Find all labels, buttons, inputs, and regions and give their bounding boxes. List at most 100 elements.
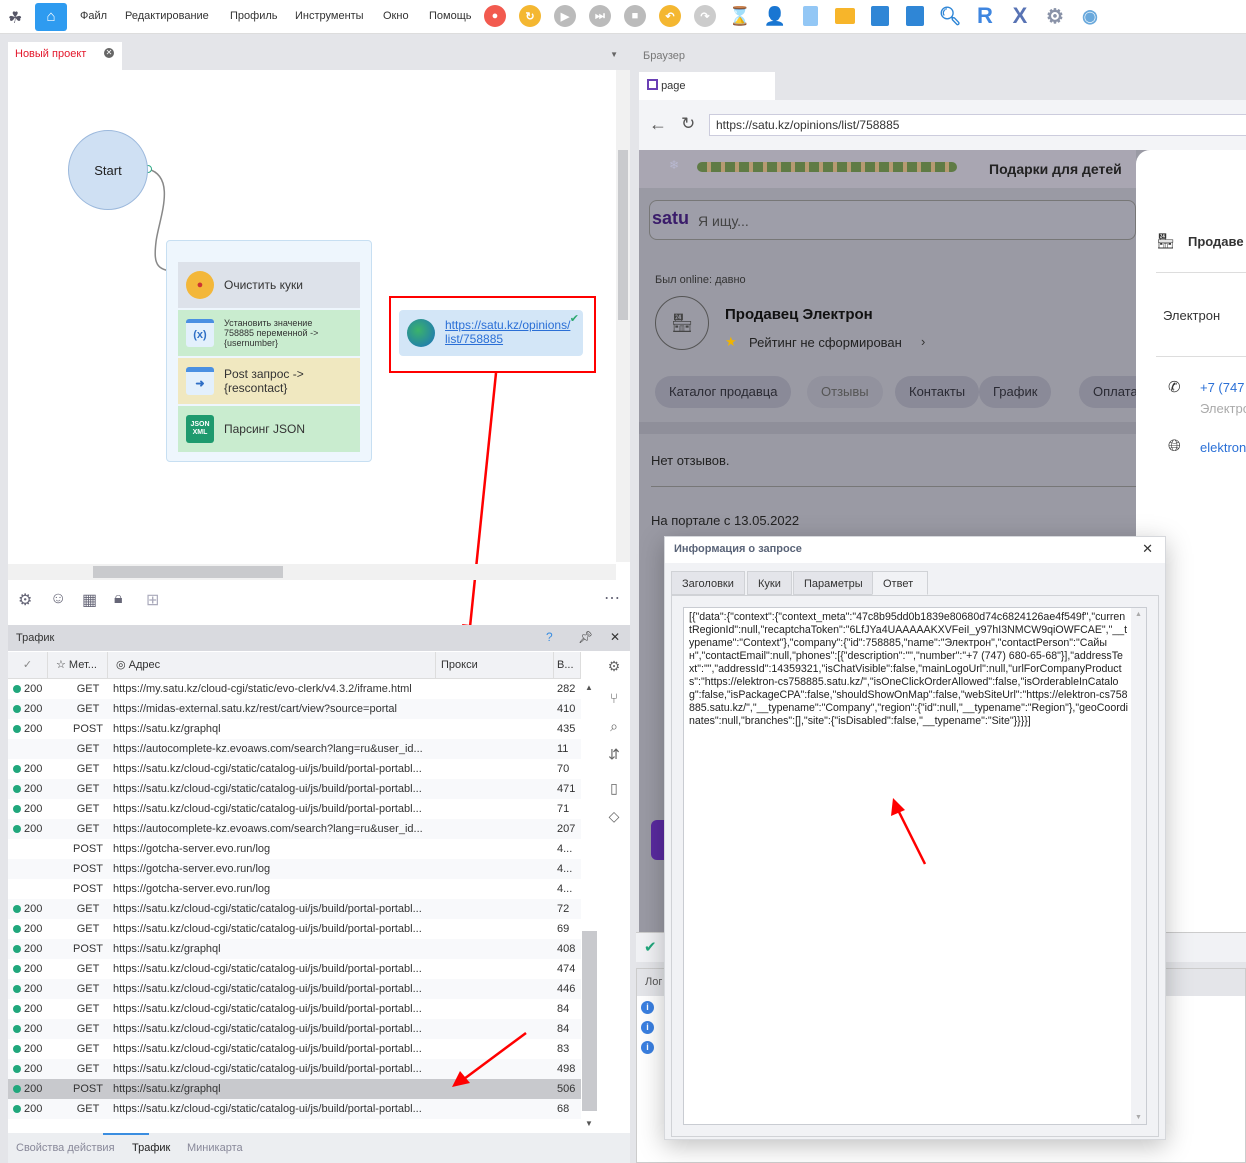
menu-edit[interactable]: Редактирование xyxy=(125,10,209,22)
settings-icon[interactable]: ⚙ xyxy=(1044,5,1066,28)
table-row[interactable]: 200 GET https://satu.kz/cloud-cgi/static/c… xyxy=(8,979,581,999)
navigate-url-link[interactable]: https://satu.kz/opinions/list/758885 xyxy=(445,318,573,346)
undo-icon[interactable]: ↶ xyxy=(659,5,681,27)
pill-contacts[interactable]: Контакты xyxy=(895,376,980,408)
eye-icon[interactable]: ◉ xyxy=(1079,5,1101,27)
new-file-icon[interactable] xyxy=(799,5,821,27)
pill-schedule[interactable]: График xyxy=(979,376,1052,408)
menu-file[interactable]: Файл xyxy=(80,10,107,22)
save-as-icon[interactable] xyxy=(904,5,926,27)
table-row[interactable]: 200 GET https://midas-external.satu.kz/res… xyxy=(8,699,581,719)
status-column-check-icon[interactable]: ✓ xyxy=(8,652,48,679)
tab-action-properties[interactable]: Свойства действия xyxy=(16,1142,115,1154)
table-row[interactable]: 200 GET https://satu.kz/cloud-cgi/static/c… xyxy=(8,779,581,799)
table-row[interactable]: 200 GET https://satu.kz/cloud-cgi/static/c… xyxy=(8,799,581,819)
browser-title: Браузер xyxy=(643,50,685,62)
node-clear-cookies[interactable]: ● Очистить куки xyxy=(178,262,360,308)
table-row[interactable]: 200 GET https://my.satu.kz/cloud-cgi/stati… xyxy=(8,679,581,699)
table-row[interactable]: GET https://autocomplete-kz.evoaws.com/se… xyxy=(8,739,581,759)
pill-reviews[interactable]: Отзывы xyxy=(807,376,883,408)
pill-catalog[interactable]: Каталог продавца xyxy=(655,376,792,408)
close-icon[interactable]: ✕ xyxy=(1142,541,1153,557)
play-icon[interactable]: ▶ xyxy=(554,5,576,27)
grid-icon[interactable]: ▦ xyxy=(82,590,97,610)
node-post-request[interactable]: ➜ Post запрос -> {rescontact} xyxy=(178,358,360,404)
step-icon[interactable]: ⏭ xyxy=(589,5,611,27)
node-navigate[interactable]: https://satu.kz/opinions/list/758885 ✔ xyxy=(399,310,583,356)
table-row[interactable]: 200 GET https://autocomplete-kz.evoaws.com… xyxy=(8,819,581,839)
table-row[interactable]: POST https://gotcha-server.evo.run/log 4..… xyxy=(8,859,581,879)
node-set-variable[interactable]: (x) Установить значение 758885 переменно… xyxy=(178,310,360,356)
table-row[interactable]: 200 GET https://satu.kz/cloud-cgi/static/c… xyxy=(8,759,581,779)
open-folder-icon[interactable] xyxy=(834,5,856,27)
redo-icon[interactable]: ↷ xyxy=(694,5,716,27)
phone-link[interactable]: +7 (747 xyxy=(1200,380,1244,395)
menu-profile[interactable]: Профиль xyxy=(230,10,278,22)
table-row[interactable]: 200 POST https://satu.kz/graphql 408 xyxy=(8,939,581,959)
column-address[interactable]: ◎ Адрес xyxy=(108,652,436,679)
menu-window[interactable]: Окно xyxy=(383,10,409,22)
active-tab-indicator xyxy=(103,1133,149,1135)
menu-help[interactable]: Помощь xyxy=(429,10,472,22)
pin-icon[interactable]: 📌︎ xyxy=(578,630,593,644)
branch-icon[interactable]: ⑂ xyxy=(606,690,622,706)
hourglass-icon[interactable]: ⌛ xyxy=(729,5,751,27)
canvas-vscrollbar[interactable] xyxy=(616,70,630,562)
user-icon[interactable]: 👤 xyxy=(764,5,786,27)
more-icon[interactable]: ⋯ xyxy=(604,588,620,608)
url-input[interactable]: https://satu.kz/opinions/list/758885 xyxy=(709,114,1246,136)
site-link[interactable]: elektron xyxy=(1200,440,1246,455)
eraser-icon[interactable]: ◇ xyxy=(606,808,622,824)
r-icon[interactable]: R xyxy=(974,3,996,28)
settings-icon[interactable]: ⚙ xyxy=(18,590,32,610)
add-frame-icon[interactable]: ⊞ xyxy=(146,590,159,610)
record-icon[interactable]: ● xyxy=(484,5,506,27)
column-method[interactable]: ☆ Мет... xyxy=(48,652,108,679)
sort-icon[interactable]: ⇵ xyxy=(606,746,622,762)
response-scrollbar[interactable]: ▲ ▼ xyxy=(1131,608,1146,1124)
search-icon[interactable]: 🔍︎ xyxy=(939,5,962,27)
x-icon[interactable]: X xyxy=(1009,3,1031,28)
start-node[interactable]: Start xyxy=(68,130,148,210)
traffic-vscrollbar[interactable]: ▲ ▼ xyxy=(581,679,598,1131)
back-icon[interactable]: ← xyxy=(649,114,667,135)
column-proxy[interactable]: Прокси xyxy=(436,652,554,679)
lock-icon[interactable]: 🔒︎ xyxy=(114,590,123,608)
close-icon[interactable]: ✕ xyxy=(610,630,620,644)
rating-link[interactable]: Рейтинг не сформирован xyxy=(749,335,902,350)
reload-icon[interactable]: ↻ xyxy=(681,114,695,134)
refresh-icon[interactable]: ↻ xyxy=(519,5,541,27)
promo-banner[interactable]: ❄ Подарки для детей xyxy=(639,150,1136,188)
tab-headers[interactable]: Заголовки xyxy=(671,571,745,595)
site-search-input[interactable]: satu Я ищу... xyxy=(649,200,1136,240)
save-icon[interactable] xyxy=(869,5,891,27)
table-row[interactable]: 200 GET https://satu.kz/cloud-cgi/static/c… xyxy=(8,1099,581,1119)
tab-traffic[interactable]: Трафик xyxy=(132,1142,170,1154)
canvas-hscrollbar[interactable] xyxy=(8,564,616,580)
status-code: 200 xyxy=(24,783,43,795)
table-row[interactable]: 200 POST https://satu.kz/graphql 435 xyxy=(8,719,581,739)
browser-tab[interactable]: page xyxy=(639,72,775,100)
chevron-right-icon[interactable]: › xyxy=(921,334,925,349)
help-icon[interactable]: ? xyxy=(546,630,553,644)
stop-icon[interactable]: ■ xyxy=(624,5,646,27)
tab-cookies[interactable]: Куки xyxy=(747,571,792,595)
table-row[interactable]: 200 GET https://satu.kz/cloud-cgi/static/c… xyxy=(8,919,581,939)
tab-minimap[interactable]: Миникарта xyxy=(187,1142,243,1154)
tab-params[interactable]: Параметры xyxy=(793,571,874,595)
column-size[interactable]: В... xyxy=(554,652,581,679)
node-parse-json[interactable]: JSON XML Парсинг JSON xyxy=(178,406,360,452)
table-row[interactable]: 200 GET https://satu.kz/cloud-cgi/static/c… xyxy=(8,999,581,1019)
home-button[interactable]: ⌂ xyxy=(35,3,67,31)
user-circle-icon[interactable]: ☺ xyxy=(50,590,66,608)
table-row[interactable]: 200 GET https://satu.kz/cloud-cgi/static/c… xyxy=(8,959,581,979)
clipboard-icon[interactable]: ▯ xyxy=(606,780,622,796)
table-row[interactable]: 200 GET https://satu.kz/cloud-cgi/static/c… xyxy=(8,899,581,919)
table-row[interactable]: POST https://gotcha-server.evo.run/log 4..… xyxy=(8,839,581,859)
table-row[interactable]: POST https://gotcha-server.evo.run/log 4..… xyxy=(8,879,581,899)
search-icon[interactable]: ⌕ xyxy=(606,718,622,734)
tab-response[interactable]: Ответ xyxy=(872,571,928,595)
purple-button[interactable] xyxy=(651,820,665,860)
menu-tools[interactable]: Инструменты xyxy=(295,10,364,22)
settings-icon[interactable]: ⚙ xyxy=(606,658,622,674)
